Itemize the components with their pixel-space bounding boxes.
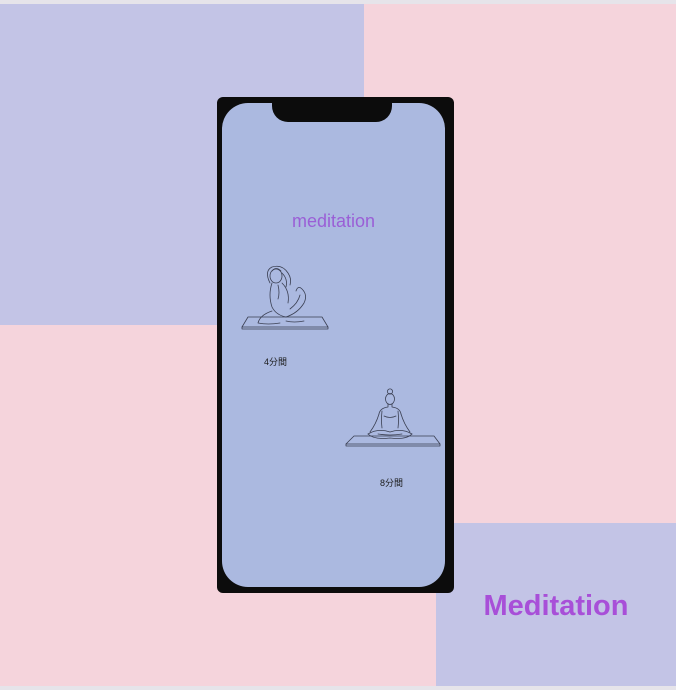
session-duration: 8分間: [380, 478, 404, 488]
session-card-8min[interactable]: 8分間: [344, 388, 444, 498]
session-duration: 4分間: [264, 357, 288, 367]
presentation-canvas: meditation 4分間 8分間 Meditation: [0, 0, 676, 690]
yoga-lotus-pose-icon: [344, 388, 444, 463]
session-card-4min[interactable]: 4分間: [234, 263, 334, 368]
yoga-pigeon-pose-icon: [234, 263, 334, 356]
phone-screen: meditation 4分間 8分間: [222, 103, 445, 587]
phone-notch: [272, 103, 392, 122]
screen-title: meditation: [291, 211, 376, 231]
bottom-edge: [0, 686, 676, 690]
brand-title: Meditation: [483, 590, 629, 622]
phone-mockup: meditation 4分間 8分間: [217, 97, 454, 593]
